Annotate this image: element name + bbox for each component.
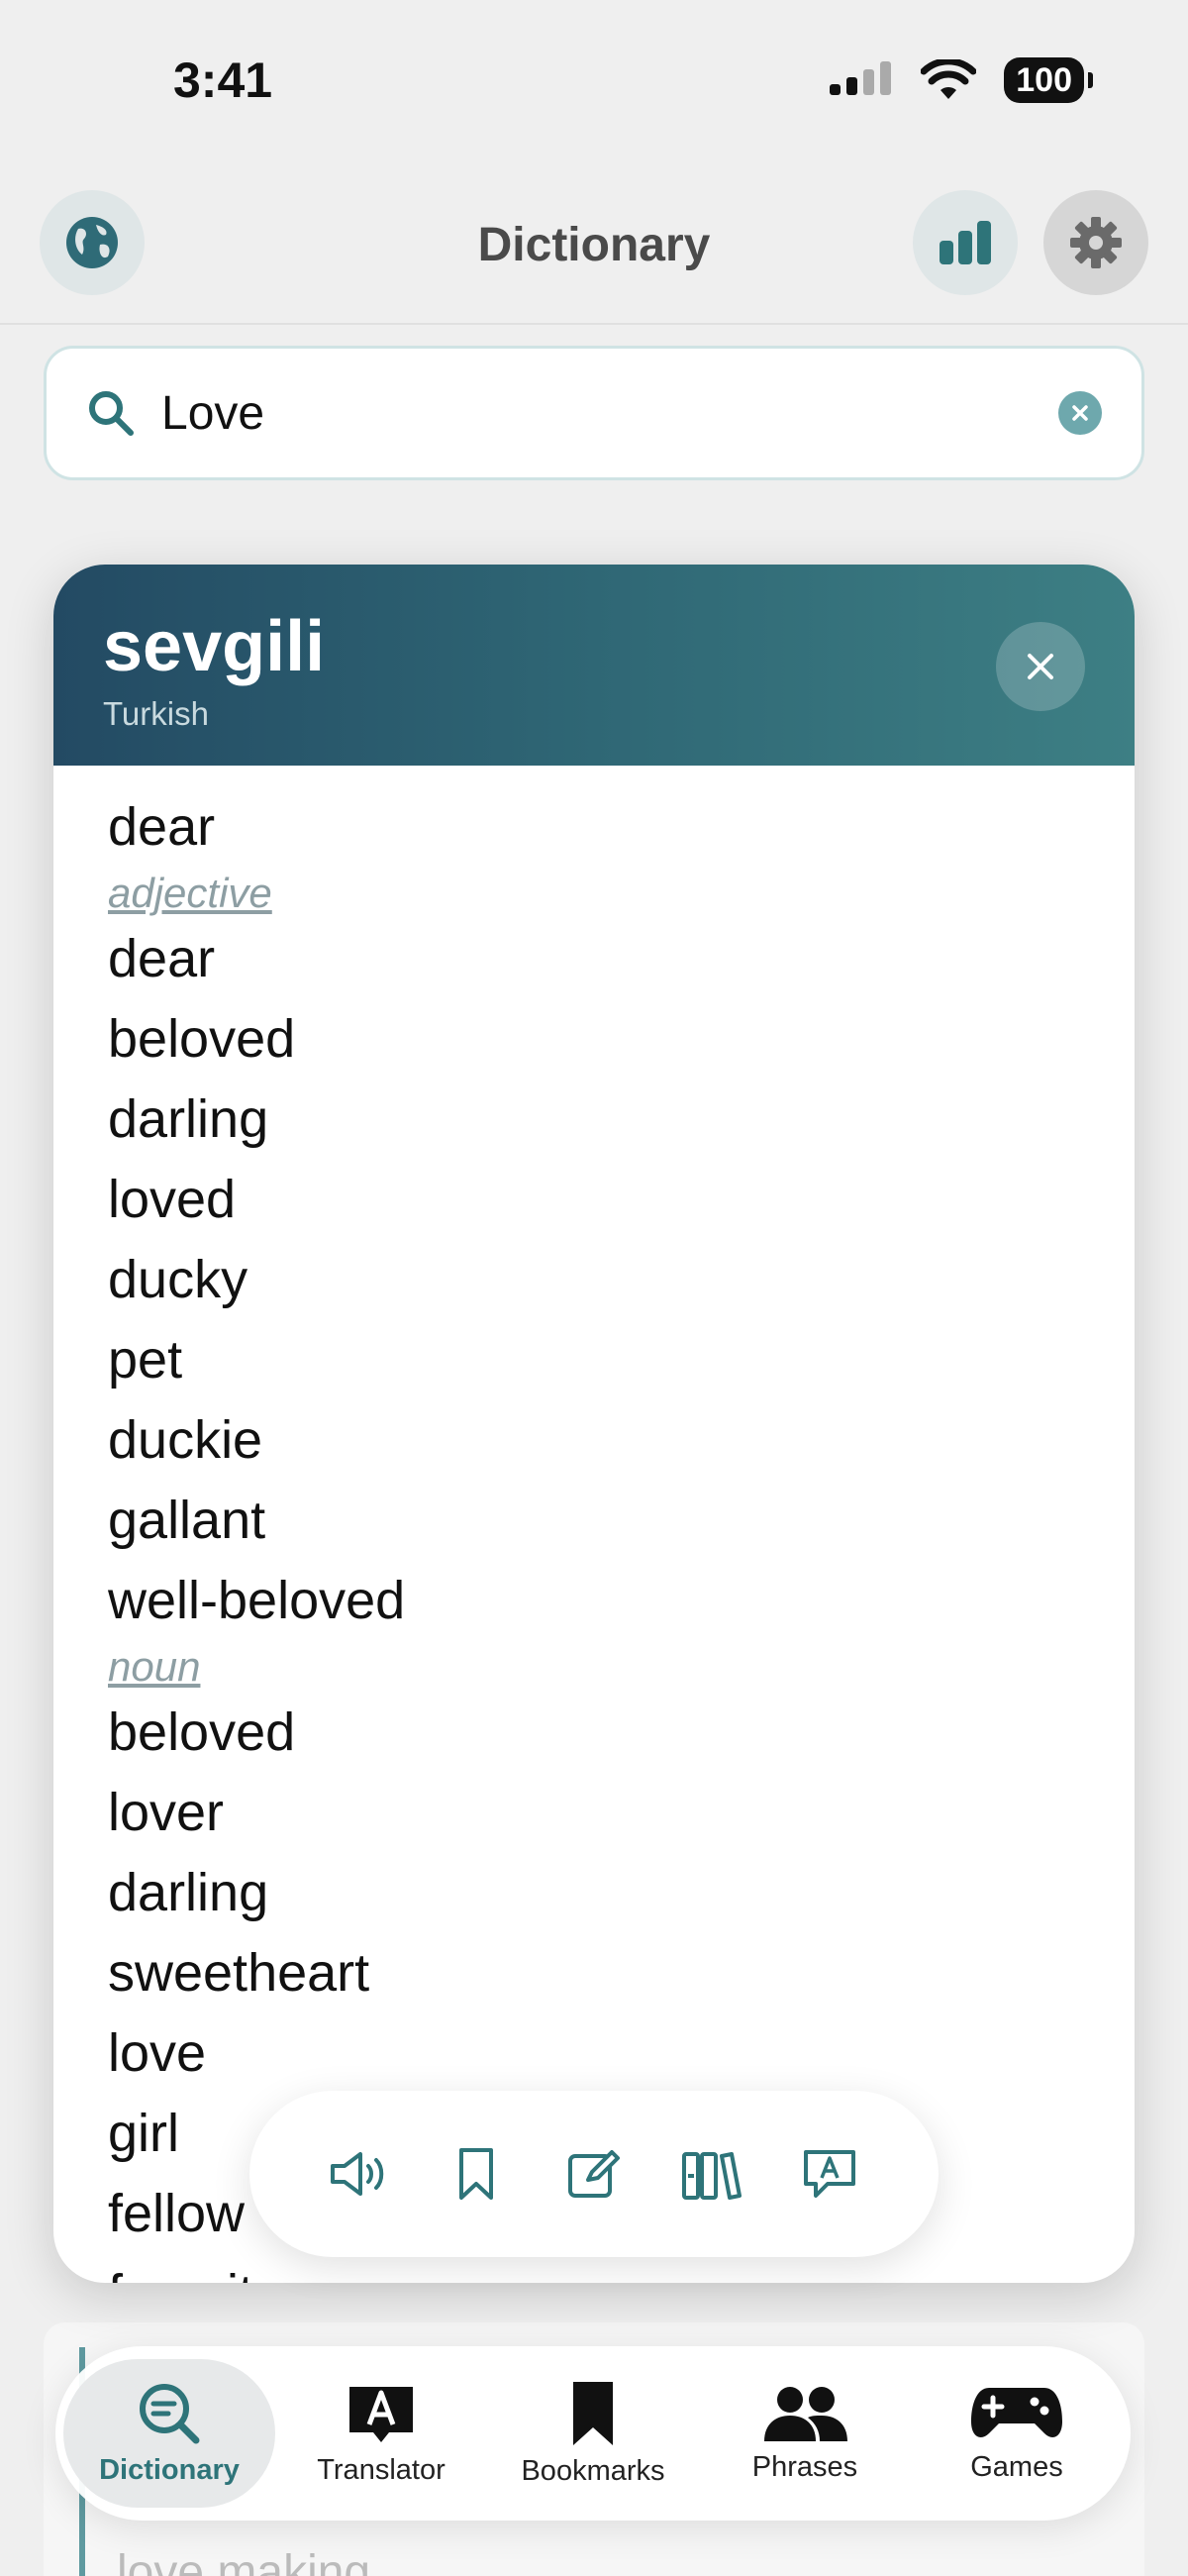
search-list-icon xyxy=(140,2383,200,2443)
part-of-speech-label: noun xyxy=(108,1643,201,1690)
translation-list: dear adjective dear beloved darling loved duck… xyxy=(53,766,1135,2283)
status-time: 3:41 xyxy=(173,52,273,108)
translation-item[interactable]: beloved xyxy=(108,999,1080,1080)
bookmark-icon xyxy=(458,2148,493,2200)
gear-icon xyxy=(1070,217,1122,268)
tab-bar: Dictionary Translator Bookmarks Phrases … xyxy=(55,2346,1131,2521)
settings-button[interactable] xyxy=(1043,190,1148,295)
translation-item[interactable]: lover xyxy=(108,1773,1080,1853)
translation-item[interactable]: dear xyxy=(108,787,1080,868)
tab-label: Games xyxy=(970,2450,1063,2483)
tab-label: Phrases xyxy=(751,2450,858,2483)
translation-item[interactable]: gallant xyxy=(108,1481,1080,1561)
result-item-text[interactable]: love making xyxy=(117,2545,370,2576)
translation-item[interactable]: darling xyxy=(108,1080,1080,1160)
close-icon xyxy=(1072,405,1088,421)
bar-chart-icon xyxy=(940,221,991,264)
entry-language: Turkish xyxy=(103,695,209,732)
tab-games[interactable]: Games xyxy=(911,2359,1123,2508)
tab-label: Dictionary xyxy=(99,2453,240,2486)
translation-item[interactable]: loved xyxy=(108,1160,1080,1240)
tab-label: Bookmarks xyxy=(521,2454,665,2487)
clear-search-button[interactable] xyxy=(1058,391,1102,435)
tab-dictionary[interactable]: Dictionary xyxy=(63,2359,275,2508)
cellular-signal-icon xyxy=(830,61,892,95)
translation-item[interactable]: beloved xyxy=(108,1693,1080,1773)
tab-translator[interactable]: Translator xyxy=(275,2359,487,2508)
wifi-icon xyxy=(921,59,977,99)
translation-item[interactable]: favorite xyxy=(108,2254,1080,2283)
translation-item[interactable]: darling xyxy=(108,1853,1080,1933)
translation-item[interactable]: duckie xyxy=(108,1400,1080,1481)
statistics-button[interactable] xyxy=(913,190,1018,295)
battery-level: 100 xyxy=(1016,60,1072,99)
edit-note-button[interactable] xyxy=(559,2139,629,2209)
close-card-button[interactable] xyxy=(996,622,1085,711)
tab-phrases[interactable]: Phrases xyxy=(699,2359,911,2508)
status-icons: 100 xyxy=(830,57,1093,103)
translator-icon xyxy=(349,2386,413,2442)
translate-button[interactable] xyxy=(795,2139,864,2209)
nav-bar: Dictionary xyxy=(0,178,1188,325)
translation-item[interactable]: sweetheart xyxy=(108,1933,1080,2013)
battery-indicator: 100 xyxy=(1004,57,1093,103)
bookmark-button[interactable] xyxy=(442,2139,511,2209)
word-detail-card: sevgili Turkish dear adjective dear beloved… xyxy=(53,565,1135,2283)
translation-item[interactable]: pet xyxy=(108,1320,1080,1400)
entry-word: sevgili xyxy=(103,607,326,686)
tab-label: Translator xyxy=(317,2453,446,2486)
edit-icon xyxy=(567,2150,620,2198)
translation-item[interactable]: love xyxy=(108,2013,1080,2094)
gamepad-icon xyxy=(971,2387,1062,2437)
part-of-speech-label: adjective xyxy=(108,870,272,916)
search-field[interactable]: Love xyxy=(44,346,1144,480)
translation-item[interactable]: well-beloved xyxy=(108,1561,1080,1641)
people-icon xyxy=(764,2386,847,2441)
library-button[interactable] xyxy=(677,2139,746,2209)
search-icon xyxy=(89,391,134,436)
translation-item[interactable]: ducky xyxy=(108,1240,1080,1320)
close-icon xyxy=(1028,654,1053,679)
card-header: sevgili Turkish xyxy=(53,565,1135,766)
entry-actions-bar xyxy=(249,2091,939,2257)
translation-item[interactable]: dear xyxy=(108,919,1080,999)
books-icon xyxy=(682,2152,742,2200)
tab-bookmarks[interactable]: Bookmarks xyxy=(487,2359,699,2508)
search-input[interactable]: Love xyxy=(161,386,1058,441)
status-bar: 3:41 100 xyxy=(0,0,1188,149)
pronounce-button[interactable] xyxy=(324,2139,393,2209)
bookmark-icon xyxy=(573,2381,613,2445)
speaker-icon xyxy=(330,2152,383,2196)
translate-bubble-icon xyxy=(804,2150,856,2198)
